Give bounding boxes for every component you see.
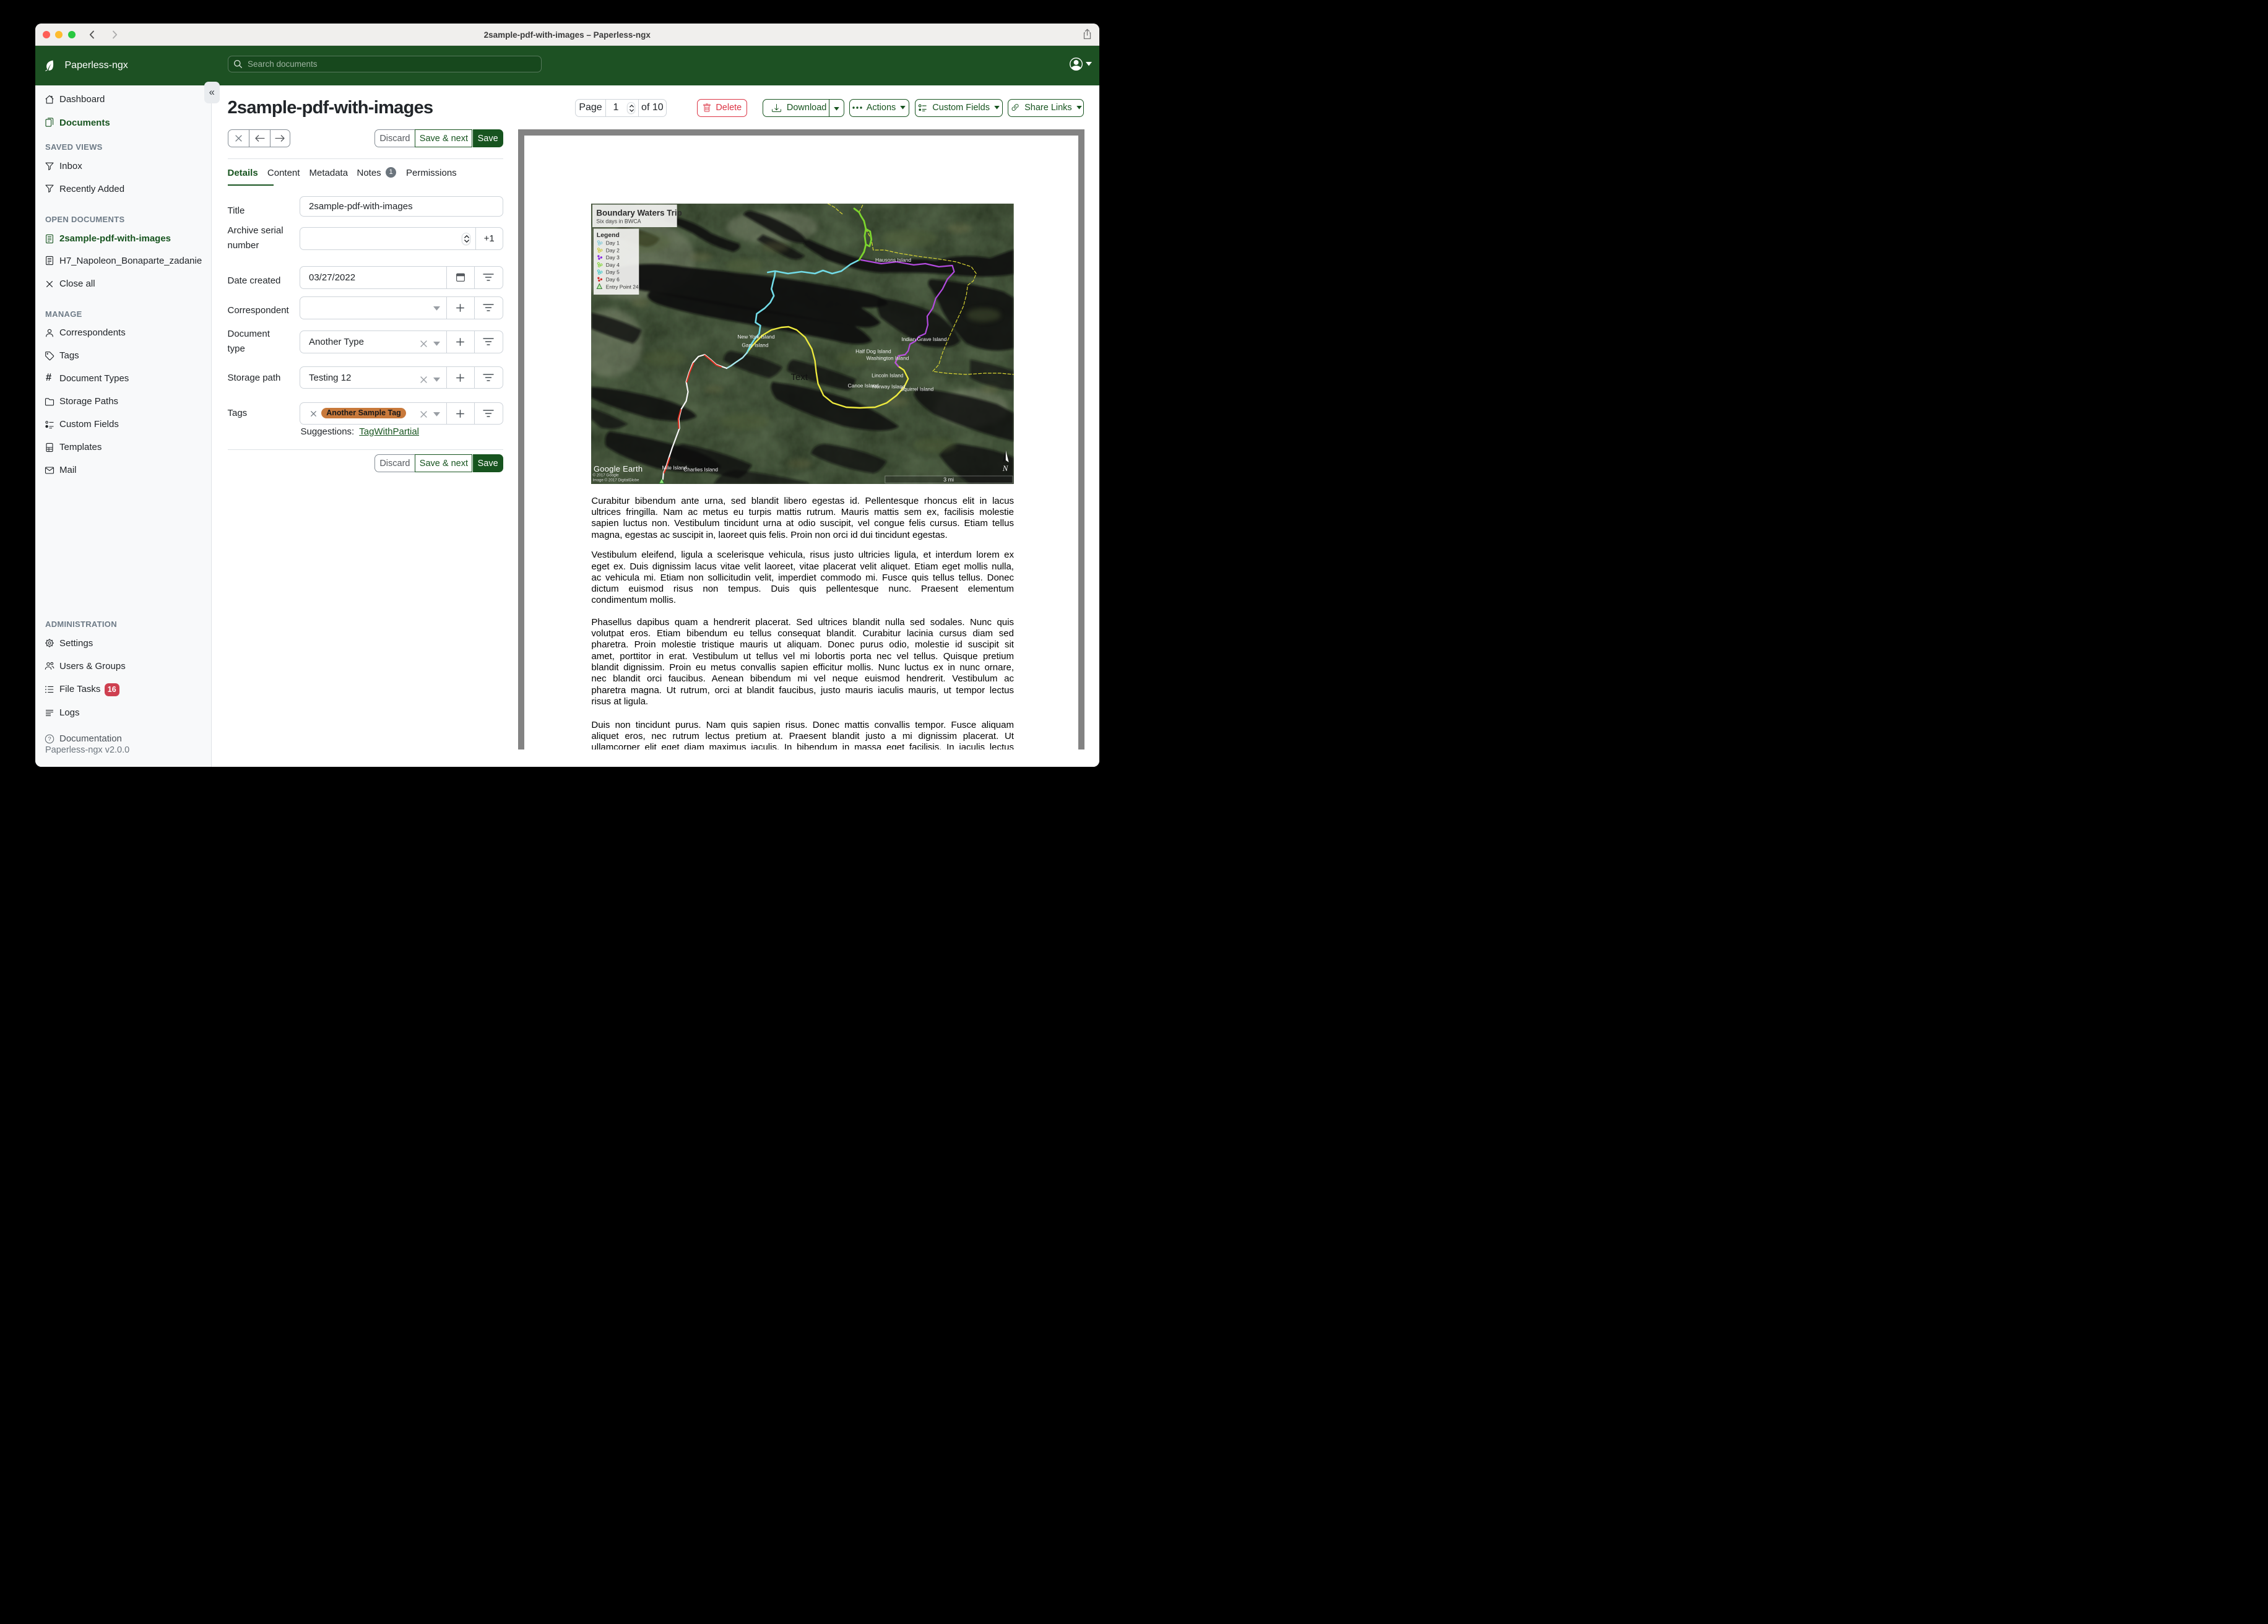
svg-text:Lincoln Island: Lincoln Island bbox=[872, 372, 904, 378]
svg-text:Indian Grave Island: Indian Grave Island bbox=[902, 336, 947, 342]
svg-text:Boundary Waters Trip: Boundary Waters Trip bbox=[597, 208, 682, 217]
svg-text:Day 2: Day 2 bbox=[606, 247, 620, 253]
svg-text:Day 1: Day 1 bbox=[606, 240, 620, 246]
svg-text:Day 5: Day 5 bbox=[606, 269, 620, 275]
svg-text:Charlies Island: Charlies Island bbox=[684, 466, 719, 472]
svg-text:Entry Point 24: Entry Point 24 bbox=[606, 284, 639, 290]
svg-text:Image © 2017 DigitalGlobe: Image © 2017 DigitalGlobe bbox=[593, 478, 639, 483]
svg-text:Squirrel Island: Squirrel Island bbox=[901, 386, 934, 392]
svg-text:New York Island: New York Island bbox=[738, 334, 776, 340]
svg-text:?: ? bbox=[48, 736, 51, 743]
svg-text:Legend: Legend bbox=[597, 232, 620, 239]
svg-text:© 2017 Google: © 2017 Google bbox=[593, 472, 620, 477]
svg-text:3 mi: 3 mi bbox=[944, 477, 954, 483]
svg-text:Half Dog Island: Half Dog Island bbox=[856, 348, 892, 354]
svg-text:Washington Island: Washington Island bbox=[867, 355, 909, 361]
svg-text:Day 6: Day 6 bbox=[606, 276, 620, 282]
svg-text:N: N bbox=[1002, 464, 1009, 473]
svg-text:Six days in BWCA: Six days in BWCA bbox=[597, 218, 641, 224]
svg-text:Google Earth: Google Earth bbox=[594, 464, 643, 473]
svg-text:Gary Island: Gary Island bbox=[742, 342, 769, 348]
svg-text:Day 3: Day 3 bbox=[606, 254, 620, 261]
svg-text:Text: Text bbox=[791, 372, 808, 382]
svg-text:Day 4: Day 4 bbox=[606, 262, 620, 268]
svg-text:Hausons Island: Hausons Island bbox=[875, 257, 911, 263]
